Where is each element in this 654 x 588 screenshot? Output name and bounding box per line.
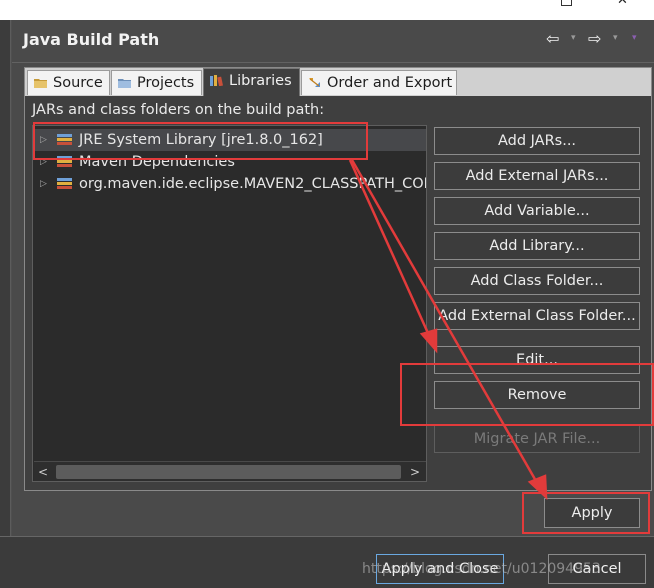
annotation-arrow-to-apply — [350, 159, 542, 489]
annotation-arrows — [348, 159, 548, 501]
annotation-arrowhead-apply — [527, 474, 548, 501]
annotation-arrow-to-edit — [348, 159, 434, 343]
annotation-arrowhead-edit — [419, 328, 438, 354]
